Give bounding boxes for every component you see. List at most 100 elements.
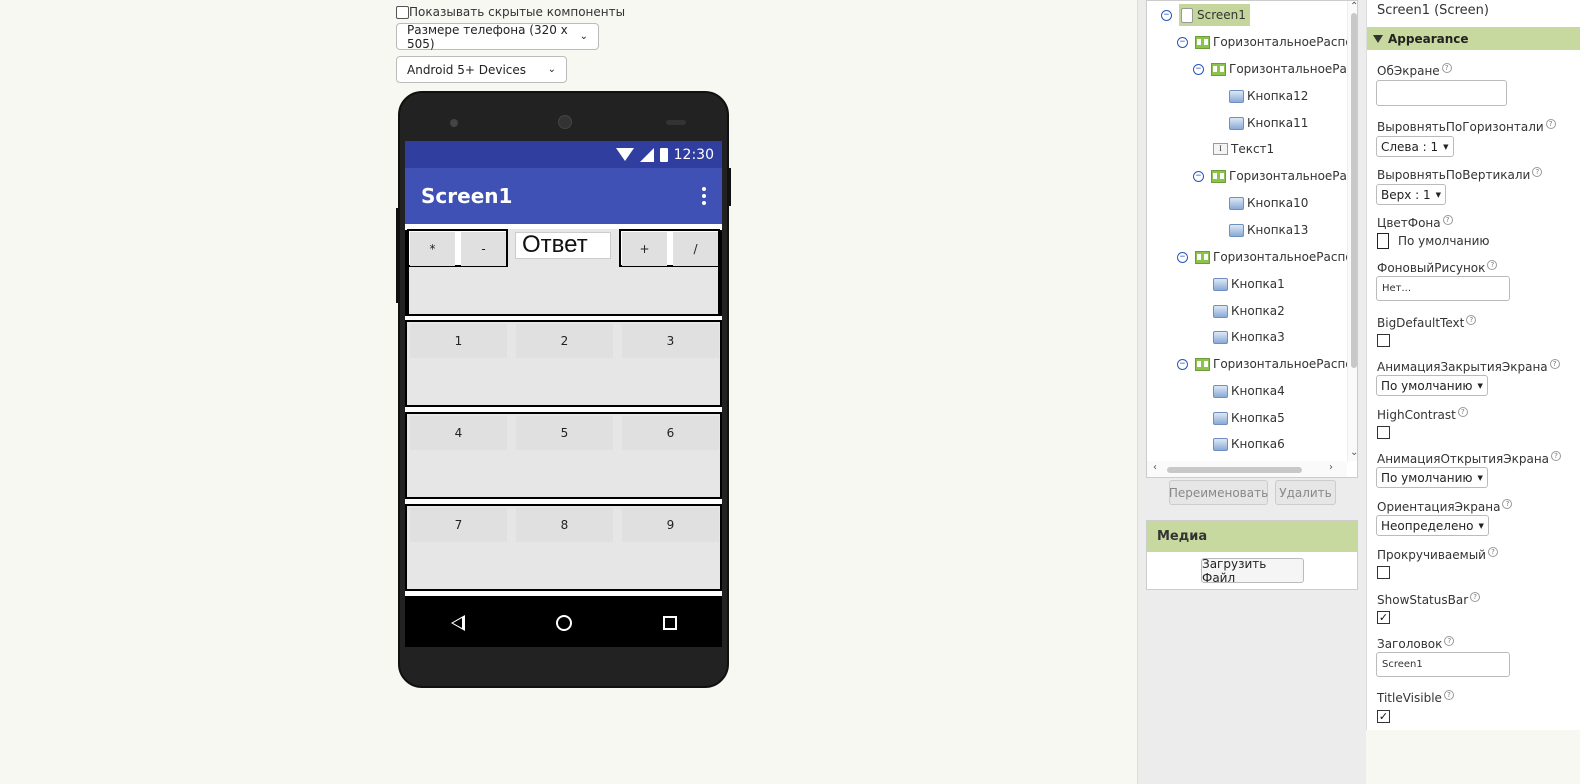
phone-size-select[interactable]: Размере телефона (320 x 505) ⌄	[396, 23, 599, 51]
show-hidden-toggle[interactable]: Показывать скрытые компоненты	[396, 5, 625, 19]
button-icon	[1213, 437, 1228, 451]
horizontal-arrangement-5[interactable]: 4 5 6	[405, 408, 722, 500]
chevron-right-icon[interactable]: ›	[1329, 462, 1333, 473]
tree-item-button5[interactable]: Кнопка5	[1213, 407, 1285, 429]
align-vertical-dropdown[interactable]: Верх : 1 ▼	[1376, 184, 1447, 205]
collapse-icon[interactable]: −	[1193, 171, 1204, 182]
help-icon[interactable]: ?	[1444, 636, 1455, 646]
digit-button-2[interactable]: 2	[516, 324, 613, 358]
horizontal-arrangement-1[interactable]: * - Ответ + /	[405, 224, 722, 316]
tree-item-label: Кнопка13	[1247, 223, 1309, 237]
collapse-icon[interactable]: −	[1177, 359, 1188, 370]
tree-item-arrangement-2[interactable]: − ГоризонтальноеРасположение2	[1193, 58, 1357, 80]
help-icon[interactable]: ?	[1532, 167, 1543, 177]
title-visible-label: TitleVisible?	[1377, 690, 1454, 705]
help-icon[interactable]: ?	[1549, 359, 1560, 369]
overflow-menu-icon[interactable]	[702, 187, 706, 205]
bg-color-value[interactable]: По умолчанию	[1398, 234, 1490, 248]
back-icon[interactable]	[450, 615, 465, 631]
digit-button-8[interactable]: 8	[516, 508, 613, 542]
digit-button-9[interactable]: 9	[622, 508, 719, 542]
help-icon[interactable]: ?	[1487, 547, 1498, 557]
help-icon[interactable]: ?	[1443, 690, 1454, 700]
chevron-left-icon[interactable]: ‹	[1153, 462, 1157, 473]
tree-item-button4[interactable]: Кнопка4	[1213, 380, 1285, 402]
open-animation-label: АнимацияОткрытияЭкрана?	[1377, 451, 1562, 466]
dropdown-value: По умолчанию	[1381, 470, 1473, 485]
tree-item-button3[interactable]: Кнопка3	[1213, 326, 1285, 348]
tree-item-button11[interactable]: Кнопка11	[1229, 112, 1308, 134]
digit-button-6[interactable]: 6	[622, 416, 719, 450]
collapse-icon[interactable]: −	[1177, 252, 1188, 263]
home-icon[interactable]	[555, 615, 572, 631]
help-icon[interactable]: ?	[1466, 315, 1477, 325]
collapse-icon[interactable]: −	[1177, 37, 1188, 48]
caption-input[interactable]: Screen1	[1376, 652, 1510, 677]
title-visible-checkbox[interactable]: ✓	[1377, 710, 1390, 723]
show-status-bar-checkbox[interactable]: ✓	[1377, 611, 1390, 624]
digit-button-4[interactable]: 4	[410, 416, 507, 450]
help-icon[interactable]: ?	[1457, 407, 1468, 417]
help-icon[interactable]: ?	[1487, 260, 1498, 270]
open-animation-dropdown[interactable]: По умолчанию ▼	[1376, 467, 1488, 488]
close-animation-dropdown[interactable]: По умолчанию ▼	[1376, 375, 1488, 396]
collapse-icon[interactable]: −	[1161, 10, 1172, 21]
tree-item-button2[interactable]: Кнопка2	[1213, 300, 1285, 322]
horizontal-arrangement-4[interactable]: 1 2 3	[405, 316, 722, 408]
help-icon[interactable]: ?	[1545, 119, 1556, 129]
bg-image-input[interactable]: Нет...	[1376, 276, 1510, 301]
upload-file-button[interactable]: Загрузить Файл	[1201, 557, 1304, 585]
appearance-section-header[interactable]: Appearance	[1367, 27, 1580, 50]
scrollbar-thumb[interactable]	[1167, 467, 1302, 473]
help-icon[interactable]: ?	[1551, 451, 1562, 461]
help-icon[interactable]: ?	[1442, 215, 1453, 225]
high-contrast-checkbox[interactable]	[1377, 426, 1390, 439]
tree-item-text1[interactable]: I Текст1	[1213, 138, 1274, 160]
device-select[interactable]: Android 5+ Devices ⌄	[396, 56, 567, 83]
tree-item-button10[interactable]: Кнопка10	[1229, 192, 1308, 214]
help-icon[interactable]: ?	[1502, 499, 1513, 509]
layout-icon	[1211, 62, 1226, 76]
show-hidden-checkbox[interactable]	[396, 5, 409, 19]
plus-button[interactable]: +	[622, 232, 667, 266]
help-icon[interactable]: ?	[1441, 63, 1452, 73]
about-screen-textarea[interactable]	[1376, 80, 1507, 106]
scrollbar-thumb[interactable]	[1351, 13, 1357, 368]
help-icon[interactable]: ?	[1470, 592, 1481, 602]
tree-item-arrangement-1[interactable]: − ГоризонтальноеРасположение1	[1177, 31, 1357, 53]
scrollable-checkbox[interactable]	[1377, 566, 1390, 579]
tree-item-screen1[interactable]: − Screen1	[1161, 4, 1250, 26]
answer-textbox[interactable]: Ответ	[515, 232, 611, 259]
tree-vertical-scrollbar[interactable]: ⌃ ⌄	[1347, 1, 1357, 461]
tree-item-arrangement-3[interactable]: − ГоризонтальноеРасположение3	[1193, 165, 1357, 187]
tree-item-arrangement-4[interactable]: − ГоризонтальноеРасположение4	[1177, 246, 1357, 268]
tree-item-button6[interactable]: Кнопка6	[1213, 433, 1285, 455]
digit-button-1[interactable]: 1	[410, 324, 507, 358]
prop-label-text: АнимацияЗакрытияЭкрана	[1377, 360, 1548, 374]
recent-apps-icon[interactable]	[662, 616, 677, 630]
chevron-down-icon[interactable]: ⌄	[1350, 447, 1357, 458]
show-status-bar-label: ShowStatusBar?	[1377, 592, 1481, 607]
collapse-icon[interactable]: −	[1193, 64, 1204, 75]
tree-item-button12[interactable]: Кнопка12	[1229, 85, 1308, 107]
tree-item-arrangement-5[interactable]: − ГоризонтальноеРасположение5	[1177, 353, 1357, 375]
button-icon	[1213, 411, 1228, 425]
horizontal-arrangement-6[interactable]: 7 8 9	[405, 500, 722, 592]
digit-button-5[interactable]: 5	[516, 416, 613, 450]
delete-button[interactable]: Удалить	[1275, 480, 1336, 505]
color-swatch[interactable]	[1377, 233, 1389, 249]
digit-button-3[interactable]: 3	[622, 324, 719, 358]
align-horizontal-dropdown[interactable]: Слева : 1 ▼	[1376, 136, 1454, 157]
minus-button[interactable]: -	[461, 232, 506, 266]
tree-horizontal-scrollbar[interactable]: ‹ ›	[1147, 461, 1347, 477]
multiply-button[interactable]: *	[410, 232, 455, 266]
big-default-text-checkbox[interactable]	[1377, 334, 1390, 347]
tree-item-label: Кнопка6	[1231, 437, 1285, 451]
divide-button[interactable]: /	[673, 232, 718, 266]
orientation-dropdown[interactable]: Неопределено ▼	[1376, 515, 1489, 536]
chevron-up-icon[interactable]: ⌃	[1350, 1, 1357, 12]
digit-button-7[interactable]: 7	[410, 508, 507, 542]
rename-button[interactable]: Переименовать	[1169, 480, 1268, 505]
tree-item-button1[interactable]: Кнопка1	[1213, 273, 1285, 295]
tree-item-button13[interactable]: Кнопка13	[1229, 219, 1308, 241]
